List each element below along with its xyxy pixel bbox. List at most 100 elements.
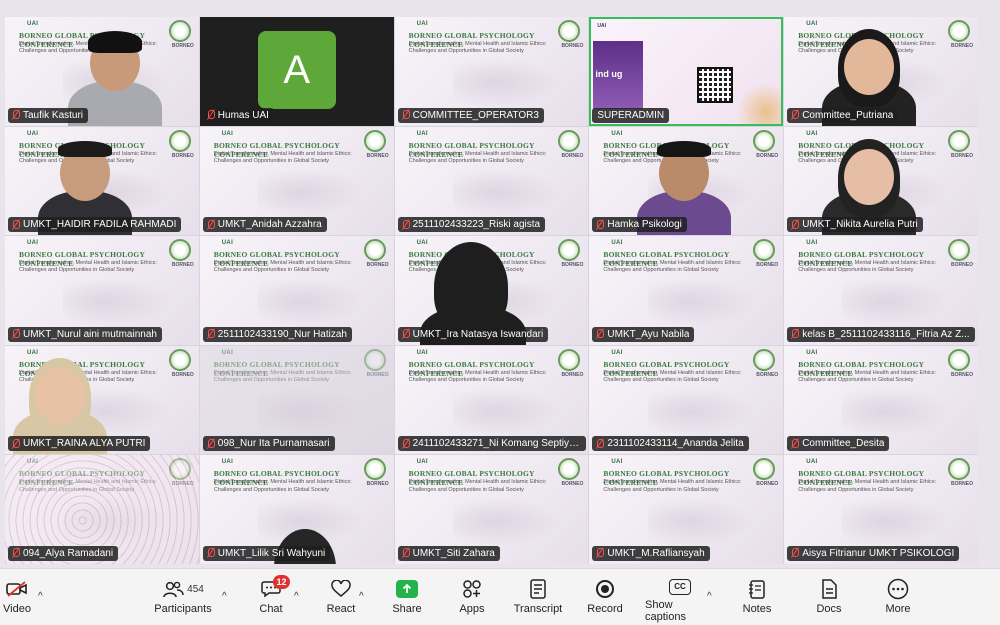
record-label: Record bbox=[587, 603, 623, 615]
seal-logo-icon bbox=[363, 458, 386, 481]
apps-icon bbox=[463, 580, 481, 598]
video-button[interactable]: Video bbox=[3, 575, 31, 623]
participant-tile[interactable]: UAI BORNEO GLOBAL PSYCHOLOGY CONFERENCE … bbox=[5, 455, 199, 564]
sponsor-logos: UAI bbox=[27, 459, 39, 466]
record-button[interactable]: Record bbox=[586, 575, 624, 623]
conference-subtitle: Digital Transformation, Mental Health an… bbox=[408, 150, 547, 164]
participant-tile[interactable]: A Humas UAI bbox=[199, 17, 394, 126]
seal-label: BORNEO bbox=[951, 481, 973, 488]
chat-options-caret[interactable]: ^ bbox=[294, 591, 299, 602]
participant-tile[interactable]: UAI BORNEO GLOBAL PSYCHOLOGY CONFERENCE … bbox=[784, 126, 978, 236]
participant-name-label: 2511102433190_Nur Hatizah bbox=[202, 326, 352, 342]
sponsor-logos: UAI bbox=[806, 459, 818, 466]
participant-tile[interactable]: UAI BORNEO GLOBAL PSYCHOLOGY CONFERENCE … bbox=[784, 345, 978, 455]
participant-tile[interactable]: UAI BORNEO GLOBAL PSYCHOLOGY CONFERENCE … bbox=[784, 17, 978, 126]
seal-logo-icon bbox=[363, 239, 386, 262]
participant-name: COMMITTEE_OPERATOR3 bbox=[412, 109, 539, 121]
captions-button[interactable]: CC Show captions bbox=[645, 575, 715, 623]
participant-tile[interactable]: UAI BORNEO GLOBAL PSYCHOLOGY CONFERENCE … bbox=[589, 455, 784, 564]
react-button[interactable]: React bbox=[325, 575, 357, 623]
participant-name-label: UMKT_HAIDIR FADILA RAHMADI bbox=[8, 217, 182, 233]
participant-tile[interactable]: UAI BORNEO GLOBAL PSYCHOLOGY CONFERENCE … bbox=[199, 455, 394, 564]
map-decoration bbox=[647, 387, 755, 436]
react-options-caret[interactable]: ^ bbox=[359, 591, 364, 602]
participant-name: UMKT_RAINA ALYA PUTRI bbox=[23, 438, 146, 450]
docs-button[interactable]: Docs bbox=[814, 575, 844, 623]
participant-tile[interactable]: UAI BORNEO GLOBAL PSYCHOLOGY CONFERENCE … bbox=[5, 345, 199, 455]
muted-mic-icon bbox=[206, 110, 215, 120]
participant-name: Committee_Desita bbox=[802, 438, 885, 450]
muted-mic-icon bbox=[206, 219, 215, 230]
participant-name-label: UMKT_Ira Natasya Iswandari bbox=[397, 326, 549, 342]
stage-photo-text: ind ug bbox=[595, 69, 623, 79]
participant-name-label: UMKT_Ayu Nabila bbox=[592, 326, 695, 342]
participant-tile[interactable]: UAI BORNEO GLOBAL PSYCHOLOGY CONFERENCE … bbox=[394, 17, 589, 126]
participant-tile[interactable]: UAI BORNEO GLOBAL PSYCHOLOGY CONFERENCE … bbox=[5, 126, 199, 236]
seal-label: BORNEO bbox=[171, 152, 194, 159]
participant-name-label: Committee_Desita bbox=[787, 436, 890, 452]
participant-name: UMKT_Ira Natasya Iswandari bbox=[412, 328, 544, 340]
participant-tile[interactable]: UAI ind ug SUPERADMIN bbox=[589, 17, 784, 126]
transcript-button[interactable]: Transcript bbox=[513, 575, 563, 623]
seal-logo-icon bbox=[558, 129, 581, 152]
more-button[interactable]: More bbox=[883, 575, 913, 623]
participant-tile[interactable]: UAI BORNEO GLOBAL PSYCHOLOGY CONFERENCE … bbox=[5, 236, 199, 345]
map-decoration bbox=[452, 496, 560, 546]
participant-tile[interactable]: UAI BORNEO GLOBAL PSYCHOLOGY CONFERENCE … bbox=[199, 345, 394, 455]
map-decoration bbox=[842, 387, 949, 436]
video-label: Video bbox=[3, 603, 31, 615]
seal-label: BORNEO bbox=[756, 262, 779, 269]
sponsor-logos: UAI bbox=[806, 240, 818, 247]
participants-options-caret[interactable]: ^ bbox=[222, 591, 227, 602]
participant-tile[interactable]: UAI BORNEO GLOBAL PSYCHOLOGY CONFERENCE … bbox=[589, 345, 784, 455]
muted-mic-icon bbox=[11, 438, 20, 449]
map-decoration bbox=[257, 387, 365, 436]
participant-tile[interactable]: UAI BORNEO GLOBAL PSYCHOLOGY CONFERENCE … bbox=[394, 236, 589, 345]
seal-label: BORNEO bbox=[561, 481, 584, 488]
seal-label: BORNEO bbox=[951, 43, 973, 49]
participant-tile[interactable]: UAI BORNEO GLOBAL PSYCHOLOGY CONFERENCE … bbox=[199, 126, 394, 236]
sponsor-logos: UAI bbox=[416, 130, 428, 137]
seal-logo-icon bbox=[363, 348, 386, 371]
seal-label: BORNEO bbox=[171, 262, 194, 269]
participant-name-label: UMKT_RAINA ALYA PUTRI bbox=[8, 436, 151, 452]
muted-mic-icon bbox=[11, 110, 20, 120]
participant-name-label: UMKT_Siti Zahara bbox=[397, 545, 500, 561]
decoration bbox=[731, 83, 782, 124]
participant-tile[interactable]: UAI BORNEO GLOBAL PSYCHOLOGY CONFERENCE … bbox=[394, 126, 589, 236]
participant-tile[interactable]: UAI BORNEO GLOBAL PSYCHOLOGY CONFERENCE … bbox=[784, 455, 978, 564]
share-button[interactable]: Share bbox=[391, 575, 423, 623]
map-decoration bbox=[647, 277, 755, 327]
participant-tile[interactable]: UAI BORNEO GLOBAL PSYCHOLOGY CONFERENCE … bbox=[589, 236, 784, 345]
video-options-caret[interactable]: ^ bbox=[38, 591, 43, 602]
participants-button[interactable]: 454 Participants bbox=[152, 575, 214, 623]
participant-tile[interactable]: UAI BORNEO GLOBAL PSYCHOLOGY CONFERENCE … bbox=[394, 345, 589, 455]
muted-mic-icon bbox=[206, 329, 215, 339]
participant-tile[interactable]: UAI BORNEO GLOBAL PSYCHOLOGY CONFERENCE … bbox=[5, 17, 199, 126]
seal-label: BORNEO bbox=[366, 481, 389, 488]
participants-count: 454 bbox=[187, 583, 204, 595]
seal-label: BORNEO bbox=[756, 481, 779, 488]
notes-button[interactable]: Notes bbox=[741, 575, 773, 623]
apps-button[interactable]: Apps bbox=[457, 575, 487, 623]
conference-subtitle: Digital Transformation, Mental Health an… bbox=[798, 369, 937, 383]
seal-label: BORNEO bbox=[561, 262, 584, 269]
muted-mic-icon bbox=[401, 110, 410, 120]
sponsor-logos: UAI bbox=[416, 349, 428, 356]
participant-name: Committee_Putriana bbox=[802, 109, 894, 121]
participant-tile[interactable]: UAI BORNEO GLOBAL PSYCHOLOGY CONFERENCE … bbox=[199, 236, 394, 345]
conference-subtitle: Digital Transformation, Mental Health an… bbox=[408, 41, 547, 55]
conference-subtitle: Digital Transformation, Mental Health an… bbox=[19, 260, 157, 274]
map-decoration bbox=[452, 58, 560, 108]
participant-tile[interactable]: UAI BORNEO GLOBAL PSYCHOLOGY CONFERENCE … bbox=[784, 236, 978, 345]
seal-label: BORNEO bbox=[951, 262, 973, 269]
docs-icon bbox=[822, 579, 837, 599]
record-icon bbox=[596, 580, 614, 598]
chat-button[interactable]: 12 Chat bbox=[256, 575, 290, 623]
participant-tile[interactable]: UAI BORNEO GLOBAL PSYCHOLOGY CONFERENCE … bbox=[589, 126, 784, 236]
participant-tile[interactable]: UAI BORNEO GLOBAL PSYCHOLOGY CONFERENCE … bbox=[394, 455, 589, 564]
participant-name-label: UMKT_Nikita Aurelia Putri bbox=[787, 217, 923, 233]
sponsor-logos: UAI bbox=[611, 459, 623, 466]
captions-options-caret[interactable]: ^ bbox=[707, 591, 712, 602]
muted-mic-icon bbox=[790, 548, 800, 558]
